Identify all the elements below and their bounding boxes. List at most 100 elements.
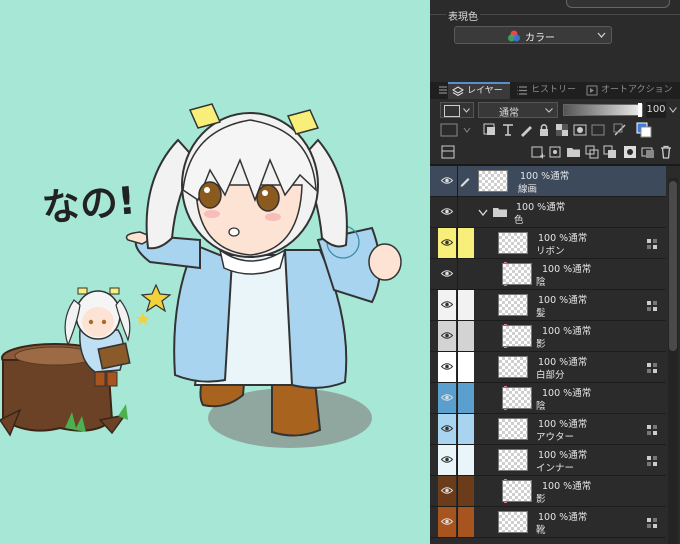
lock-transparency-icon[interactable] xyxy=(554,122,570,138)
layer-thumbnail xyxy=(502,263,532,285)
draft-layer-icon[interactable] xyxy=(518,122,534,138)
ruler-range-icon[interactable] xyxy=(590,122,606,138)
layer-row[interactable]: 100 %通常陰 xyxy=(430,383,666,414)
layer-name[interactable]: インナー xyxy=(536,460,574,474)
layer-name[interactable]: 影 xyxy=(536,336,546,350)
chevron-down-icon[interactable] xyxy=(478,209,488,217)
layer-row[interactable]: 100 %通常影 xyxy=(430,321,666,352)
layer-row[interactable]: 100 %通常 インナー xyxy=(430,445,666,476)
chevron-down-icon[interactable] xyxy=(669,107,677,113)
layer-row[interactable]: 100 %通常 アウター xyxy=(430,414,666,445)
new-vector-layer-icon[interactable] xyxy=(548,144,564,160)
layer-row[interactable]: 100 %通常 白部分 xyxy=(430,352,666,383)
layer-mask-icon[interactable] xyxy=(622,144,638,160)
layer-color-button[interactable] xyxy=(440,102,474,118)
color-palette-icon[interactable] xyxy=(612,122,628,138)
layer-opacity-mode: 100 %通常 xyxy=(542,478,591,492)
blend-opacity-row: 通常 100 xyxy=(430,100,680,120)
tab-history[interactable]: ヒストリー xyxy=(512,82,582,99)
layer-blend-mode: 通常 xyxy=(568,357,588,368)
layer-row[interactable]: 100 %通常 リボン xyxy=(430,228,666,259)
layer-blend-mode: 通常 xyxy=(568,512,588,523)
layer-name[interactable]: 影 xyxy=(536,491,546,505)
layer-row[interactable]: 100 %通常髪 xyxy=(430,290,666,321)
layer-opacity-mode: 100 %通常 xyxy=(538,230,587,244)
layer-color-chip-secondary[interactable] xyxy=(457,383,474,413)
trash-icon[interactable] xyxy=(658,144,674,160)
layer-list-scrollbar[interactable] xyxy=(668,178,678,544)
opacity-slider-handle[interactable] xyxy=(638,103,642,117)
layer-row[interactable]: 100 %通常 線画 xyxy=(430,166,666,197)
layer-stack-icon xyxy=(452,86,464,97)
scrollbar-thumb[interactable] xyxy=(669,181,677,351)
apply-mask-icon[interactable] xyxy=(640,144,656,160)
eye-icon[interactable] xyxy=(441,238,453,247)
blend-mode-select[interactable]: 通常 xyxy=(478,102,558,119)
layer-name[interactable]: リボン xyxy=(536,243,565,257)
layer-color-chip-secondary[interactable] xyxy=(457,445,474,475)
layer-name[interactable]: 色 xyxy=(514,212,524,226)
display-mode-buttons[interactable] xyxy=(566,0,670,8)
reference-layer-icon xyxy=(647,425,657,435)
layer-blend-mode: 通常 xyxy=(572,481,592,492)
layer-properties-panel: 表現色 カラー レイヤー ヒストリー オートアクション 通常 100 100 %… xyxy=(430,0,680,544)
layer-row[interactable]: 100 %通常靴 xyxy=(430,507,666,538)
panel-view-icon[interactable] xyxy=(440,144,456,160)
eye-icon[interactable] xyxy=(441,331,453,340)
layer-name[interactable]: 陰 xyxy=(536,398,546,412)
layer-thumbnail xyxy=(498,356,528,378)
eye-icon[interactable] xyxy=(441,517,453,526)
layer-name[interactable]: 線画 xyxy=(518,181,537,195)
layer-color-chip-secondary[interactable] xyxy=(457,476,474,506)
layer-name[interactable]: 靴 xyxy=(536,522,546,536)
layer-name[interactable]: 髪 xyxy=(536,305,546,319)
color-swatch xyxy=(444,105,460,117)
mask-enable-icon[interactable] xyxy=(572,122,588,138)
eye-icon[interactable] xyxy=(441,176,453,185)
drawing-canvas[interactable]: なの! xyxy=(0,0,430,544)
expand-icon[interactable] xyxy=(440,122,474,138)
color-mode-select[interactable]: カラー xyxy=(454,26,612,44)
caption-text: なの! xyxy=(40,178,137,230)
layer-row[interactable]: 100 %通常影 xyxy=(430,476,666,507)
layer-folder-row[interactable]: 100 %通常色 xyxy=(430,197,666,228)
eye-icon[interactable] xyxy=(441,362,453,371)
layer-opacity-mode: 100 %通常 xyxy=(538,354,587,368)
clip-layer-icon[interactable] xyxy=(482,122,498,138)
layer-name[interactable]: アウター xyxy=(536,429,574,443)
layer-list: 100 %通常 線画 100 %通常色 100 %通常 リボン 100 %通常陰 100 %… xyxy=(430,166,680,544)
tab-auto-action[interactable]: オートアクション xyxy=(584,82,676,99)
eye-icon[interactable] xyxy=(441,424,453,433)
layer-color-chip-secondary[interactable] xyxy=(457,321,474,351)
lock-icon[interactable] xyxy=(536,122,552,138)
eye-icon[interactable] xyxy=(441,486,453,495)
menu-icon[interactable] xyxy=(438,85,448,95)
new-raster-layer-icon[interactable] xyxy=(530,144,546,160)
reference-layer-icon[interactable] xyxy=(500,122,516,138)
layer-color-chip-secondary[interactable] xyxy=(457,352,474,382)
tab-layer[interactable]: レイヤー xyxy=(448,82,510,99)
chevron-down-icon xyxy=(463,108,470,113)
layer-name[interactable]: 陰 xyxy=(536,274,546,288)
layer-blend-mode: 通常 xyxy=(572,326,592,337)
opacity-slider[interactable] xyxy=(563,103,643,117)
transfer-down-icon[interactable] xyxy=(584,144,600,160)
layer-color-chip-secondary[interactable] xyxy=(457,197,474,227)
layer-name[interactable]: 白部分 xyxy=(536,367,565,381)
merge-down-icon[interactable] xyxy=(602,144,618,160)
eye-icon[interactable] xyxy=(441,300,453,309)
layer-color-chip-secondary[interactable] xyxy=(457,414,474,444)
layer-row[interactable]: 100 %通常陰 xyxy=(430,259,666,290)
layer-color-icon[interactable] xyxy=(636,122,652,138)
main-chibi xyxy=(125,103,402,437)
eye-icon[interactable] xyxy=(441,269,453,278)
eye-icon[interactable] xyxy=(441,455,453,464)
layer-color-chip-secondary[interactable] xyxy=(457,228,474,258)
layer-color-chip-secondary[interactable] xyxy=(457,259,474,289)
new-folder-icon[interactable] xyxy=(566,144,582,160)
opacity-value[interactable]: 100 xyxy=(646,102,666,118)
layer-color-chip-secondary[interactable] xyxy=(457,290,474,320)
eye-icon[interactable] xyxy=(441,207,453,216)
layer-color-chip-secondary[interactable] xyxy=(457,507,474,537)
eye-icon[interactable] xyxy=(441,393,453,402)
